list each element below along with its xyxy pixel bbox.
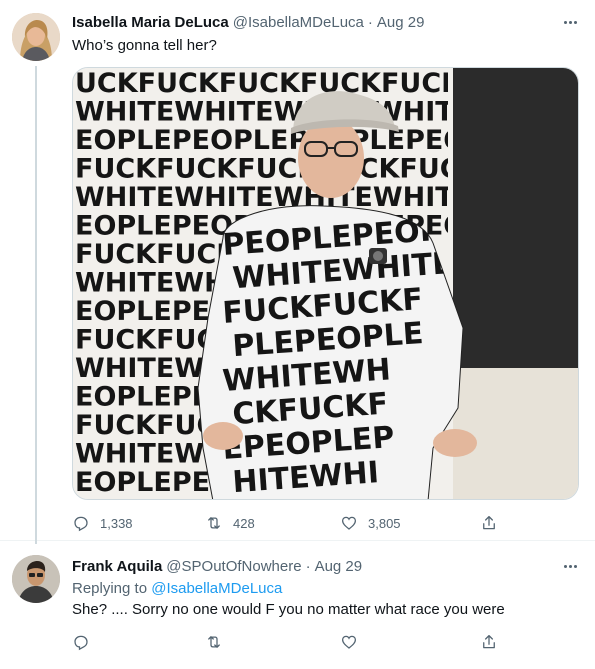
more-icon-dot: [573, 564, 577, 568]
reply-icon: [74, 635, 88, 651]
like-count: 3,805: [368, 515, 401, 531]
separator-dot: ·: [367, 13, 373, 31]
separator-dot: ·: [305, 557, 311, 575]
more-icon: [563, 564, 567, 568]
wall-text-row: WHITEWHITEWHITEWHITEW: [75, 97, 502, 128]
share-button[interactable]: [480, 512, 498, 534]
more-icon-dot: [568, 20, 572, 24]
reply-timestamp[interactable]: Aug 29: [315, 558, 363, 575]
retweet-icon: [208, 517, 220, 529]
reply-share-button[interactable]: [480, 631, 498, 653]
tweet-action-bar: 1,338 428 3,805: [72, 512, 502, 534]
reply-header: Frank Aquila @SPOutOfNowhere · Aug 29: [72, 556, 362, 576]
more-options-button[interactable]: [560, 12, 580, 32]
like-button[interactable]: 3,805: [340, 512, 401, 534]
floor-area: [453, 368, 578, 499]
reply-like-button[interactable]: [340, 631, 358, 653]
retweet-button[interactable]: 428: [205, 512, 255, 534]
camera-lens: [373, 251, 383, 261]
share-icon: [483, 634, 495, 649]
reply-text: She? .... Sorry no one would F you no ma…: [72, 601, 505, 618]
share-icon: [483, 515, 495, 530]
like-icon: [341, 516, 357, 530]
more-icon: [563, 20, 567, 24]
wall-text-row: UCKFUCKFUCKFUCKFUCK: [75, 68, 463, 99]
reply-button[interactable]: 1,338: [72, 512, 133, 534]
reply-retweet-button[interactable]: [205, 631, 223, 653]
left-hand: [203, 422, 243, 450]
reply-author-avatar[interactable]: [12, 555, 60, 603]
reply-reply-button[interactable]: [72, 631, 90, 653]
more-icon-dot: [568, 564, 572, 568]
author-display-name[interactable]: Isabella Maria DeLuca: [72, 14, 229, 31]
dark-wall-panel: [453, 68, 578, 368]
right-hand: [433, 429, 477, 457]
photo-person-printed-outfit: UCKFUCKFUCKFUCKFUCKWHITEWHITEWHITEWHITEW…: [73, 68, 578, 499]
tweet-header: Isabella Maria DeLuca @IsabellaMDeLuca ·…: [72, 12, 424, 32]
thread-connector-line: [35, 66, 37, 544]
reply-count: 1,338: [100, 515, 133, 531]
reply-author-display-name[interactable]: Frank Aquila: [72, 558, 162, 575]
replying-to-handle-link[interactable]: @IsabellaMDeLuca: [151, 580, 282, 597]
reply-action-bar: [72, 631, 502, 653]
replying-to-label: Replying to: [72, 580, 152, 597]
author-avatar-image: [12, 13, 60, 61]
reply-icon: [74, 516, 88, 532]
retweet-icon: [208, 636, 220, 648]
like-icon: [341, 635, 357, 649]
reply-author-avatar-image: [12, 555, 60, 603]
author-handle[interactable]: @IsabellaMDeLuca: [233, 14, 364, 31]
wall-text-row: FUCKFUCKFUCKFUCKFUCK: [75, 154, 482, 185]
reply-author-handle[interactable]: @SPOutOfNowhere: [166, 558, 301, 575]
tweet-timestamp[interactable]: Aug 29: [377, 14, 425, 31]
retweet-count: 428: [233, 515, 255, 531]
more-icon-dot: [573, 20, 577, 24]
tweet-media-image[interactable]: UCKFUCKFUCKFUCKFUCK WHITEWHITEWHITEWHITEW…: [72, 67, 579, 500]
author-avatar[interactable]: [12, 13, 60, 61]
reply-more-options-button[interactable]: [560, 556, 580, 576]
tweet-text: Who’s gonna tell her?: [72, 37, 217, 54]
replying-to-line: Replying to @IsabellaMDeLuca: [72, 580, 282, 597]
face: [298, 118, 364, 198]
